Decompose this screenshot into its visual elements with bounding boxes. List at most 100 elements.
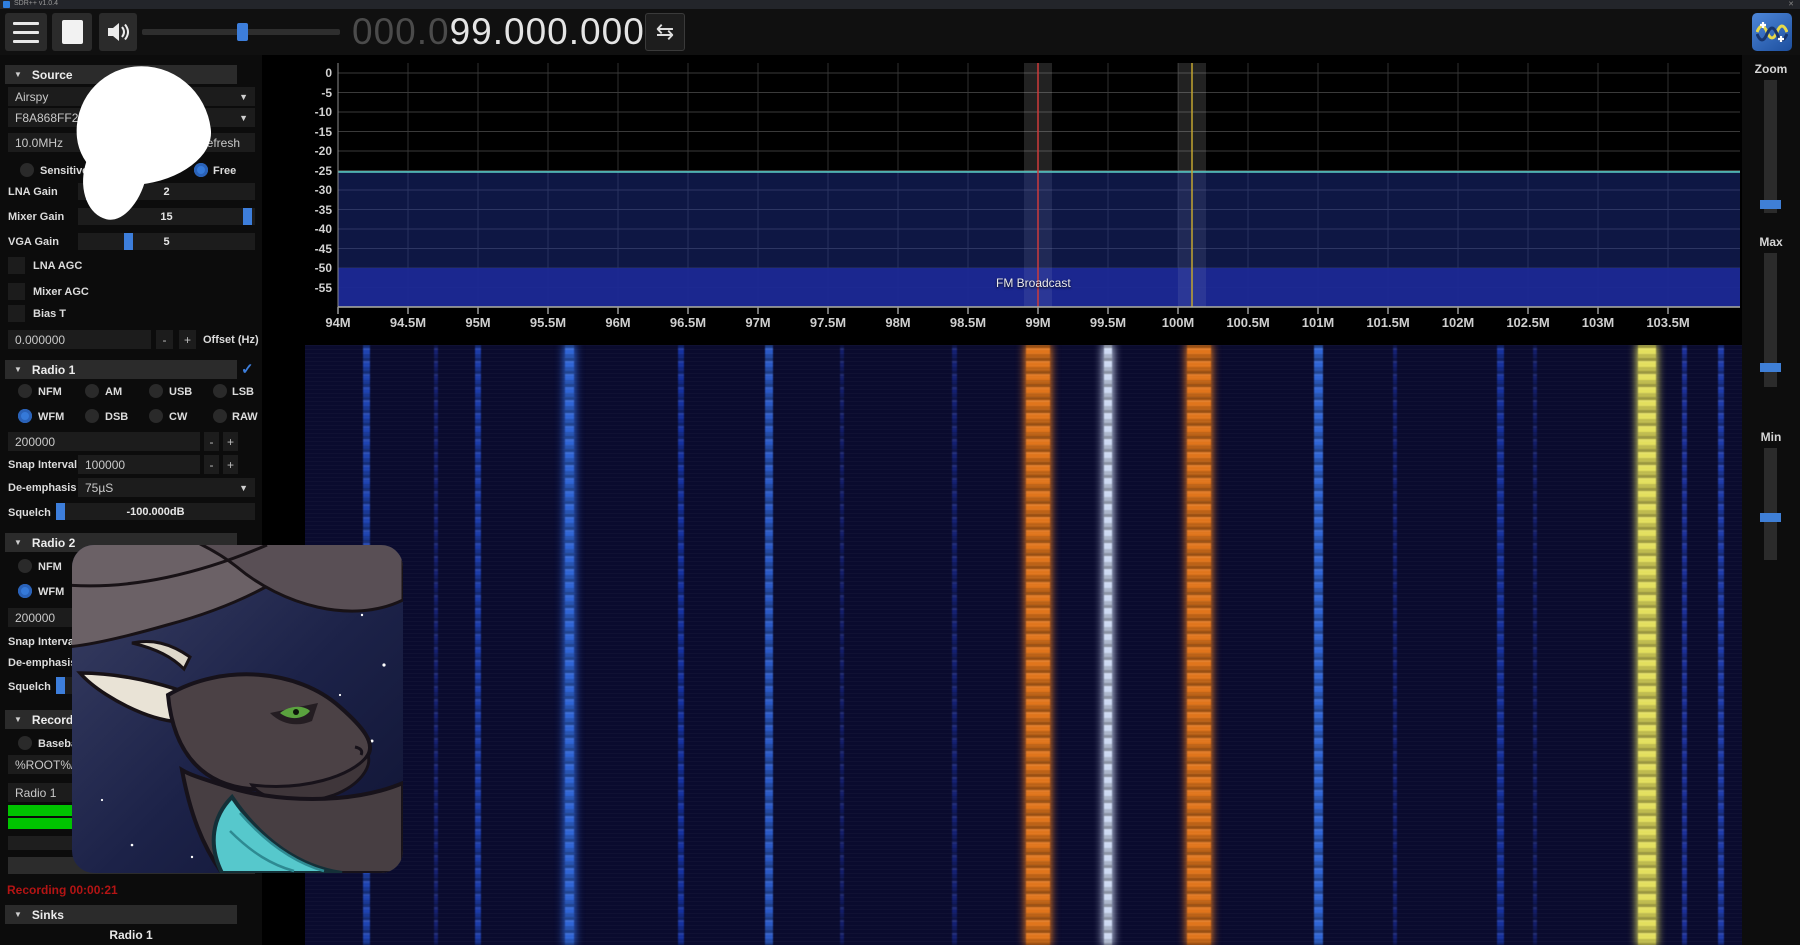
radio2-squelch-handle[interactable] xyxy=(56,677,65,694)
frequency-tick-label: 102.5M xyxy=(1496,315,1560,330)
hamburger-icon xyxy=(13,22,39,25)
lna-agc-checkbox[interactable] xyxy=(8,257,25,274)
radio1-squelch-label: Squelch xyxy=(8,504,51,521)
radio1-mode-wfm[interactable] xyxy=(18,409,32,423)
volume-slider-handle[interactable] xyxy=(237,23,248,41)
lna-gain-label: LNA Gain xyxy=(8,183,58,200)
offset-minus-button[interactable]: - xyxy=(156,330,173,349)
frequency-tick-label: 95M xyxy=(446,315,510,330)
frequency-tick-label: 101M xyxy=(1286,315,1350,330)
frequency-tick-label: 98.5M xyxy=(936,315,1000,330)
offset-plus-button[interactable]: + xyxy=(179,330,196,349)
radio1-squelch-slider[interactable]: -100.000dB xyxy=(56,503,255,520)
mute-button[interactable] xyxy=(99,13,137,51)
db-tick-label: -45 xyxy=(268,242,332,256)
frequency-tick-label: 100M xyxy=(1146,315,1210,330)
db-tick-label: -50 xyxy=(268,261,332,275)
window-close-icon[interactable]: ✕ xyxy=(1788,0,1794,8)
window-titlebar: SDR++ v1.0.4 ✕ xyxy=(0,0,1800,9)
frequency-display[interactable]: 000.099.000.000 xyxy=(352,12,645,52)
stop-icon xyxy=(62,20,83,44)
volume-slider[interactable] xyxy=(142,29,340,35)
db-tick-label: 0 xyxy=(268,66,332,80)
frequency-tick-label: 98M xyxy=(866,315,930,330)
frequency-tick-label: 96.5M xyxy=(656,315,720,330)
zoom-slider-label: Zoom xyxy=(1742,62,1800,76)
frequency-value: 99.000.000 xyxy=(450,11,645,53)
dragon-artwork xyxy=(72,545,403,873)
radio1-deemphasis-dropdown[interactable]: 75µS ▼ xyxy=(78,478,255,497)
mixer-gain-label: Mixer Gain xyxy=(8,208,64,225)
radio1-mode-lsb[interactable] xyxy=(213,384,227,398)
frequency-tick-label: 96M xyxy=(586,315,650,330)
collapse-arrow-icon: ▼ xyxy=(14,70,22,79)
source-panel-title: Source xyxy=(32,68,73,82)
radio1-snap-input[interactable]: 100000 xyxy=(78,455,200,474)
dragon-avatar-image xyxy=(72,545,403,873)
radio1-snap-minus[interactable]: - xyxy=(204,455,219,474)
db-tick-label: -40 xyxy=(268,222,332,236)
waterfall-display[interactable] xyxy=(305,345,1742,945)
band-plan-label: FM Broadcast xyxy=(996,276,1071,290)
collapse-arrow-icon: ▼ xyxy=(14,365,22,374)
zoom-slider[interactable] xyxy=(1764,80,1777,213)
mixer-agc-label: Mixer AGC xyxy=(33,283,89,300)
recorder-baseband-radio[interactable] xyxy=(18,736,32,750)
fft-zoom-icon xyxy=(1756,18,1788,46)
radio2-mode-wfm[interactable] xyxy=(18,584,32,598)
radio1-bw-plus[interactable]: + xyxy=(223,432,238,451)
min-slider-label: Min xyxy=(1742,430,1800,444)
vga-gain-slider[interactable]: 5 xyxy=(78,233,255,250)
zoom-slider-handle[interactable] xyxy=(1760,200,1781,209)
radio2-mode-nfm[interactable] xyxy=(18,559,32,573)
stop-button[interactable] xyxy=(52,13,92,51)
offset-input[interactable]: 0.000000 xyxy=(8,330,151,349)
display-settings-button[interactable] xyxy=(1752,13,1792,51)
frequency-leading-zeros: 000.0 xyxy=(352,11,450,53)
collapse-arrow-icon: ▼ xyxy=(14,715,22,724)
waterfall-noise-overlay xyxy=(305,345,1742,945)
frequency-tick-label: 97.5M xyxy=(796,315,860,330)
frequency-tick-label: 94M xyxy=(306,315,370,330)
radio2-deemphasis-label: De-emphasis xyxy=(8,654,76,671)
radio1-snap-plus[interactable]: + xyxy=(223,455,238,474)
frequency-tick-label: 101.5M xyxy=(1356,315,1420,330)
radio1-mode-nfm[interactable] xyxy=(18,384,32,398)
fft-spectrum-plot[interactable]: 0-5-10-15-20-25-30-35-40-45-50-55 94M94.… xyxy=(268,55,1742,345)
fft-control-column: Zoom Max Min xyxy=(1742,55,1800,945)
chevron-down-icon: ▼ xyxy=(239,92,248,102)
mixer-agc-checkbox[interactable] xyxy=(8,283,25,300)
bias-t-label: Bias T xyxy=(33,305,66,322)
radio1-bandwidth-input[interactable]: 200000 xyxy=(8,432,200,451)
radio2-squelch-label: Squelch xyxy=(8,678,51,695)
radio1-panel-title: Radio 1 xyxy=(32,363,75,377)
collapse-arrow-icon: ▼ xyxy=(14,538,22,547)
radio1-mode-am[interactable] xyxy=(85,384,99,398)
frequency-tick-label: 99M xyxy=(1006,315,1070,330)
bias-t-checkbox[interactable] xyxy=(8,305,25,322)
min-slider-handle[interactable] xyxy=(1760,513,1781,522)
tuning-mode-button[interactable]: ⇆ xyxy=(645,13,685,51)
menu-button[interactable] xyxy=(5,13,47,51)
db-tick-label: -55 xyxy=(268,281,332,295)
radio1-enabled-checkbox[interactable]: ✓ xyxy=(241,360,254,378)
sinks-panel-header[interactable]: ▼ Sinks xyxy=(5,905,237,924)
window-title: SDR++ v1.0.4 xyxy=(14,0,58,7)
radio1-mode-cw[interactable] xyxy=(149,409,163,423)
radio1-panel-header[interactable]: ▼ Radio 1 xyxy=(5,360,237,379)
max-slider-handle[interactable] xyxy=(1760,363,1781,372)
offset-label: Offset (Hz) xyxy=(203,331,259,348)
fft-svg xyxy=(268,55,1742,345)
frequency-tick-label: 102M xyxy=(1426,315,1490,330)
radio1-mode-raw[interactable] xyxy=(213,409,227,423)
radio1-mode-usb[interactable] xyxy=(149,384,163,398)
speaker-icon xyxy=(106,21,130,43)
min-slider[interactable] xyxy=(1764,448,1777,560)
frequency-tick-label: 95.5M xyxy=(516,315,580,330)
gainmode-free-radio[interactable] xyxy=(194,163,208,177)
radio1-bw-minus[interactable]: - xyxy=(204,432,219,451)
radio2-snap-label: Snap Interval xyxy=(8,633,77,650)
vga-gain-label: VGA Gain xyxy=(8,233,59,250)
radio1-mode-dsb[interactable] xyxy=(85,409,99,423)
gainmode-sensitive-radio[interactable] xyxy=(20,163,34,177)
